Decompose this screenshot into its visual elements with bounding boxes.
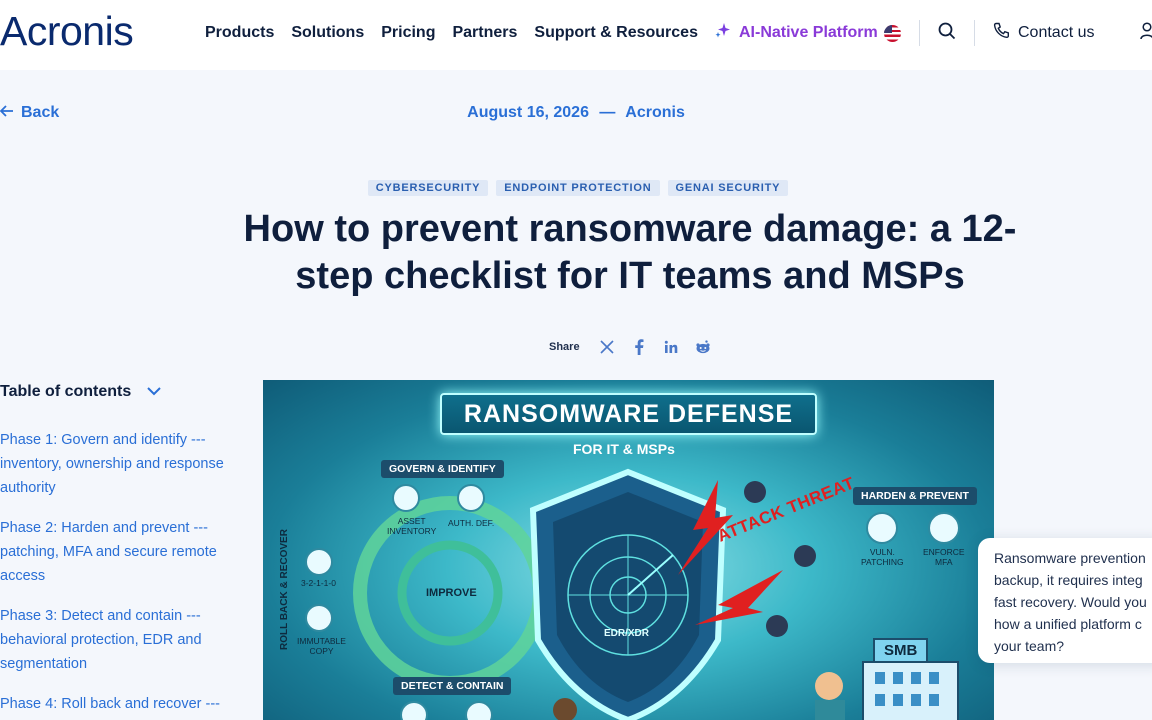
reddit-icon[interactable] — [694, 338, 712, 356]
tag-cybersecurity[interactable]: CYBERSECURITY — [367, 180, 489, 196]
roll-back-label: ROLL BACK & RECOVER — [279, 529, 290, 650]
back-link[interactable]: Back — [0, 104, 59, 122]
article-title: How to prevent ransomware damage: a 12- … — [220, 206, 1040, 300]
tag-endpoint-protection[interactable]: ENDPOINT PROTECTION — [496, 180, 660, 196]
chevron-down-icon — [147, 383, 161, 401]
toc-list: Phase 1: Govern and identify --- invento… — [0, 428, 240, 720]
toc-heading: Table of contents — [0, 383, 132, 400]
sparkle-icon — [715, 22, 731, 43]
divider — [919, 20, 920, 46]
smb-label: SMB — [873, 638, 929, 663]
toc-line: access — [0, 568, 46, 584]
user-icon[interactable] — [1140, 22, 1152, 45]
chat-line: Ransomware prevention — [994, 550, 1146, 566]
asset-label: ASSET INVENTORY — [387, 516, 437, 536]
divider — [974, 20, 975, 46]
edr-label: EDR/XDR — [604, 628, 650, 639]
immutable-label: IMMUTABLE COPY — [297, 636, 346, 656]
arrow-left-icon — [0, 104, 14, 122]
chat-popup[interactable]: Ransomware prevention backup, it require… — [978, 538, 1152, 663]
dateline-dash: — — [599, 104, 616, 121]
hero-illustration: RANSOMWARE DEFENSE FOR IT & MSPs GOVERN … — [263, 380, 994, 720]
main-nav: Products Solutions Pricing Partners Supp… — [205, 22, 878, 43]
toc-item-phase-4[interactable]: Phase 4: Roll back and recover --- — [0, 692, 240, 716]
tag-genai-security[interactable]: GENAI SECURITY — [667, 180, 789, 196]
toc-line: behavioral protection, EDR and — [0, 632, 202, 648]
vuln-label: VULN. PATCHING — [861, 547, 904, 567]
toc-line: authority — [0, 480, 56, 496]
site-header: Acronis Products Solutions Pricing Partn… — [0, 0, 1152, 70]
toc-item-phase-2[interactable]: Phase 2: Harden and prevent --- patching… — [0, 516, 240, 588]
us-flag-icon[interactable] — [884, 24, 901, 42]
linkedin-icon[interactable] — [662, 338, 680, 356]
nav-solutions[interactable]: Solutions — [291, 24, 364, 42]
toc-line: Phase 1: Govern and identify --- — [0, 432, 206, 448]
contact-us-link[interactable]: Contact us — [993, 22, 1094, 44]
nav-ai-label: AI-Native Platform — [738, 23, 878, 41]
back-label: Back — [21, 104, 60, 121]
nav-partners[interactable]: Partners — [452, 24, 517, 42]
toc-item-phase-3[interactable]: Phase 3: Detect and contain --- behavior… — [0, 604, 240, 676]
auth-label: AUTH. DEF. — [448, 518, 495, 528]
chat-line: backup, it requires integ — [994, 572, 1143, 588]
mfa-label: ENFORCE MFA — [923, 547, 965, 567]
nav-products[interactable]: Products — [205, 24, 274, 42]
share-label: Share — [549, 341, 580, 353]
facebook-icon[interactable] — [630, 338, 648, 356]
contact-us-label: Contact us — [1018, 24, 1095, 41]
nav-ai-platform[interactable]: AI-Native Platform — [715, 22, 878, 43]
toc-line: Phase 2: Harden and prevent --- — [0, 520, 208, 536]
phone-icon — [993, 22, 1010, 44]
article-dateline: August 16, 2026 — Acronis — [0, 104, 1152, 122]
detect-pill: DETECT & CONTAIN — [393, 677, 512, 695]
toc-line: patching, MFA and secure remote — [0, 544, 217, 560]
chat-line: how a unified platform c — [994, 616, 1142, 632]
header-utilities: Contact us — [884, 20, 1094, 46]
toc-line: Phase 4: Roll back and recover --- — [0, 696, 221, 712]
improve-label: IMPROVE — [426, 587, 477, 599]
nav-support-resources[interactable]: Support & Resources — [534, 24, 698, 42]
toc-line: inventory, ownership and response — [0, 456, 224, 472]
chat-line: fast recovery. Would you — [994, 594, 1147, 610]
toc-toggle[interactable]: Table of contents — [0, 383, 161, 401]
title-line-1: How to prevent ransomware damage: a 12- — [243, 208, 1017, 250]
toc-line: segmentation — [0, 656, 88, 672]
toc-line: Phase 3: Detect and contain --- — [0, 608, 201, 624]
nav-pricing[interactable]: Pricing — [381, 24, 435, 42]
author-link[interactable]: Acronis — [625, 104, 685, 121]
tag-list: CYBERSECURITY ENDPOINT PROTECTION GENAI … — [0, 180, 1152, 196]
publish-date: August 16, 2026 — [467, 104, 589, 121]
x-twitter-icon[interactable] — [598, 338, 616, 356]
toc-item-phase-1[interactable]: Phase 1: Govern and identify --- invento… — [0, 428, 240, 500]
chat-line: your team? — [994, 638, 1065, 654]
title-line-2: step checklist for IT teams and MSPs — [295, 255, 965, 297]
hero-banner: RANSOMWARE DEFENSE — [440, 393, 817, 435]
backup-rule-label: 3-2-1-1-0 — [301, 578, 336, 588]
acronis-logo[interactable]: Acronis — [0, 8, 134, 55]
govern-pill: GOVERN & IDENTIFY — [381, 460, 504, 478]
share-bar: Share — [549, 338, 712, 356]
search-icon[interactable] — [938, 22, 956, 45]
hero-subtitle: FOR IT & MSPs — [573, 441, 675, 457]
harden-pill: HARDEN & PREVENT — [853, 487, 977, 505]
